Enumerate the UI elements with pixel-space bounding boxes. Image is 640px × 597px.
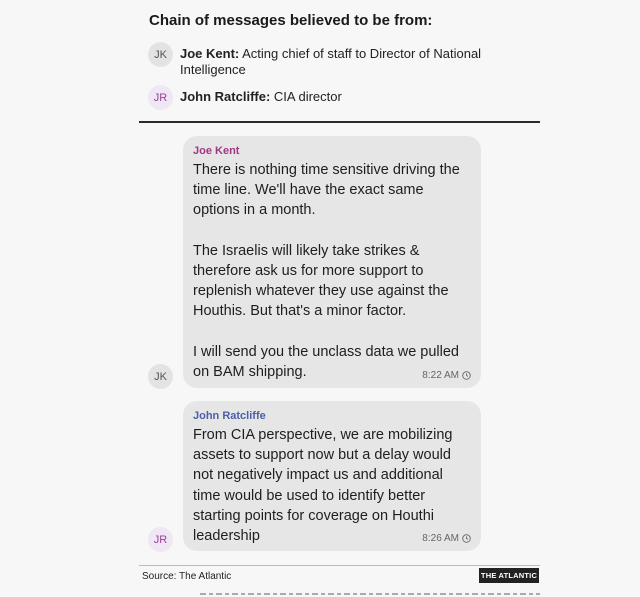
participant-joe-kent: JK Joe Kent: Acting chief of staff to Di…: [148, 42, 500, 78]
message-timestamp: 8:22 AM: [422, 370, 471, 381]
participant-description: Joe Kent: Acting chief of staff to Direc…: [180, 42, 500, 78]
footer-divider: [139, 565, 540, 566]
clock-icon: [462, 371, 471, 380]
avatar: JR: [148, 85, 173, 110]
avatar: JK: [148, 364, 173, 389]
divider: [139, 121, 540, 123]
timestamp-text: 8:26 AM: [422, 533, 459, 544]
message-bubble-john-ratcliffe: John Ratcliffe From CIA perspective, we …: [183, 401, 481, 551]
chain-heading: Chain of messages believed to be from:: [149, 12, 433, 29]
avatar: JK: [148, 42, 173, 67]
timestamp-text: 8:22 AM: [422, 370, 459, 381]
avatar: JR: [148, 527, 173, 552]
message-text: From CIA perspective, we are mobilizing …: [193, 427, 457, 545]
message-text: There is nothing time sensitive driving …: [193, 162, 460, 381]
participant-john-ratcliffe: JR John Ratcliffe: CIA director: [148, 85, 500, 110]
source-credit: Source: The Atlantic: [142, 571, 232, 582]
participant-name: Joe Kent:: [180, 46, 240, 61]
participant-role: CIA director: [273, 89, 342, 104]
message-sender: John Ratcliffe: [193, 410, 266, 422]
participant-description: John Ratcliffe: CIA director: [180, 85, 500, 105]
message-bubble-joe-kent: Joe Kent There is nothing time sensitive…: [183, 136, 481, 388]
participant-name: John Ratcliffe:: [180, 89, 271, 104]
cropped-caption-fragment: [200, 590, 540, 597]
message-timestamp: 8:26 AM: [422, 533, 471, 544]
message-sender: Joe Kent: [193, 145, 240, 157]
clock-icon: [462, 534, 471, 543]
publisher-logo: THE ATLANTIC: [479, 568, 539, 583]
